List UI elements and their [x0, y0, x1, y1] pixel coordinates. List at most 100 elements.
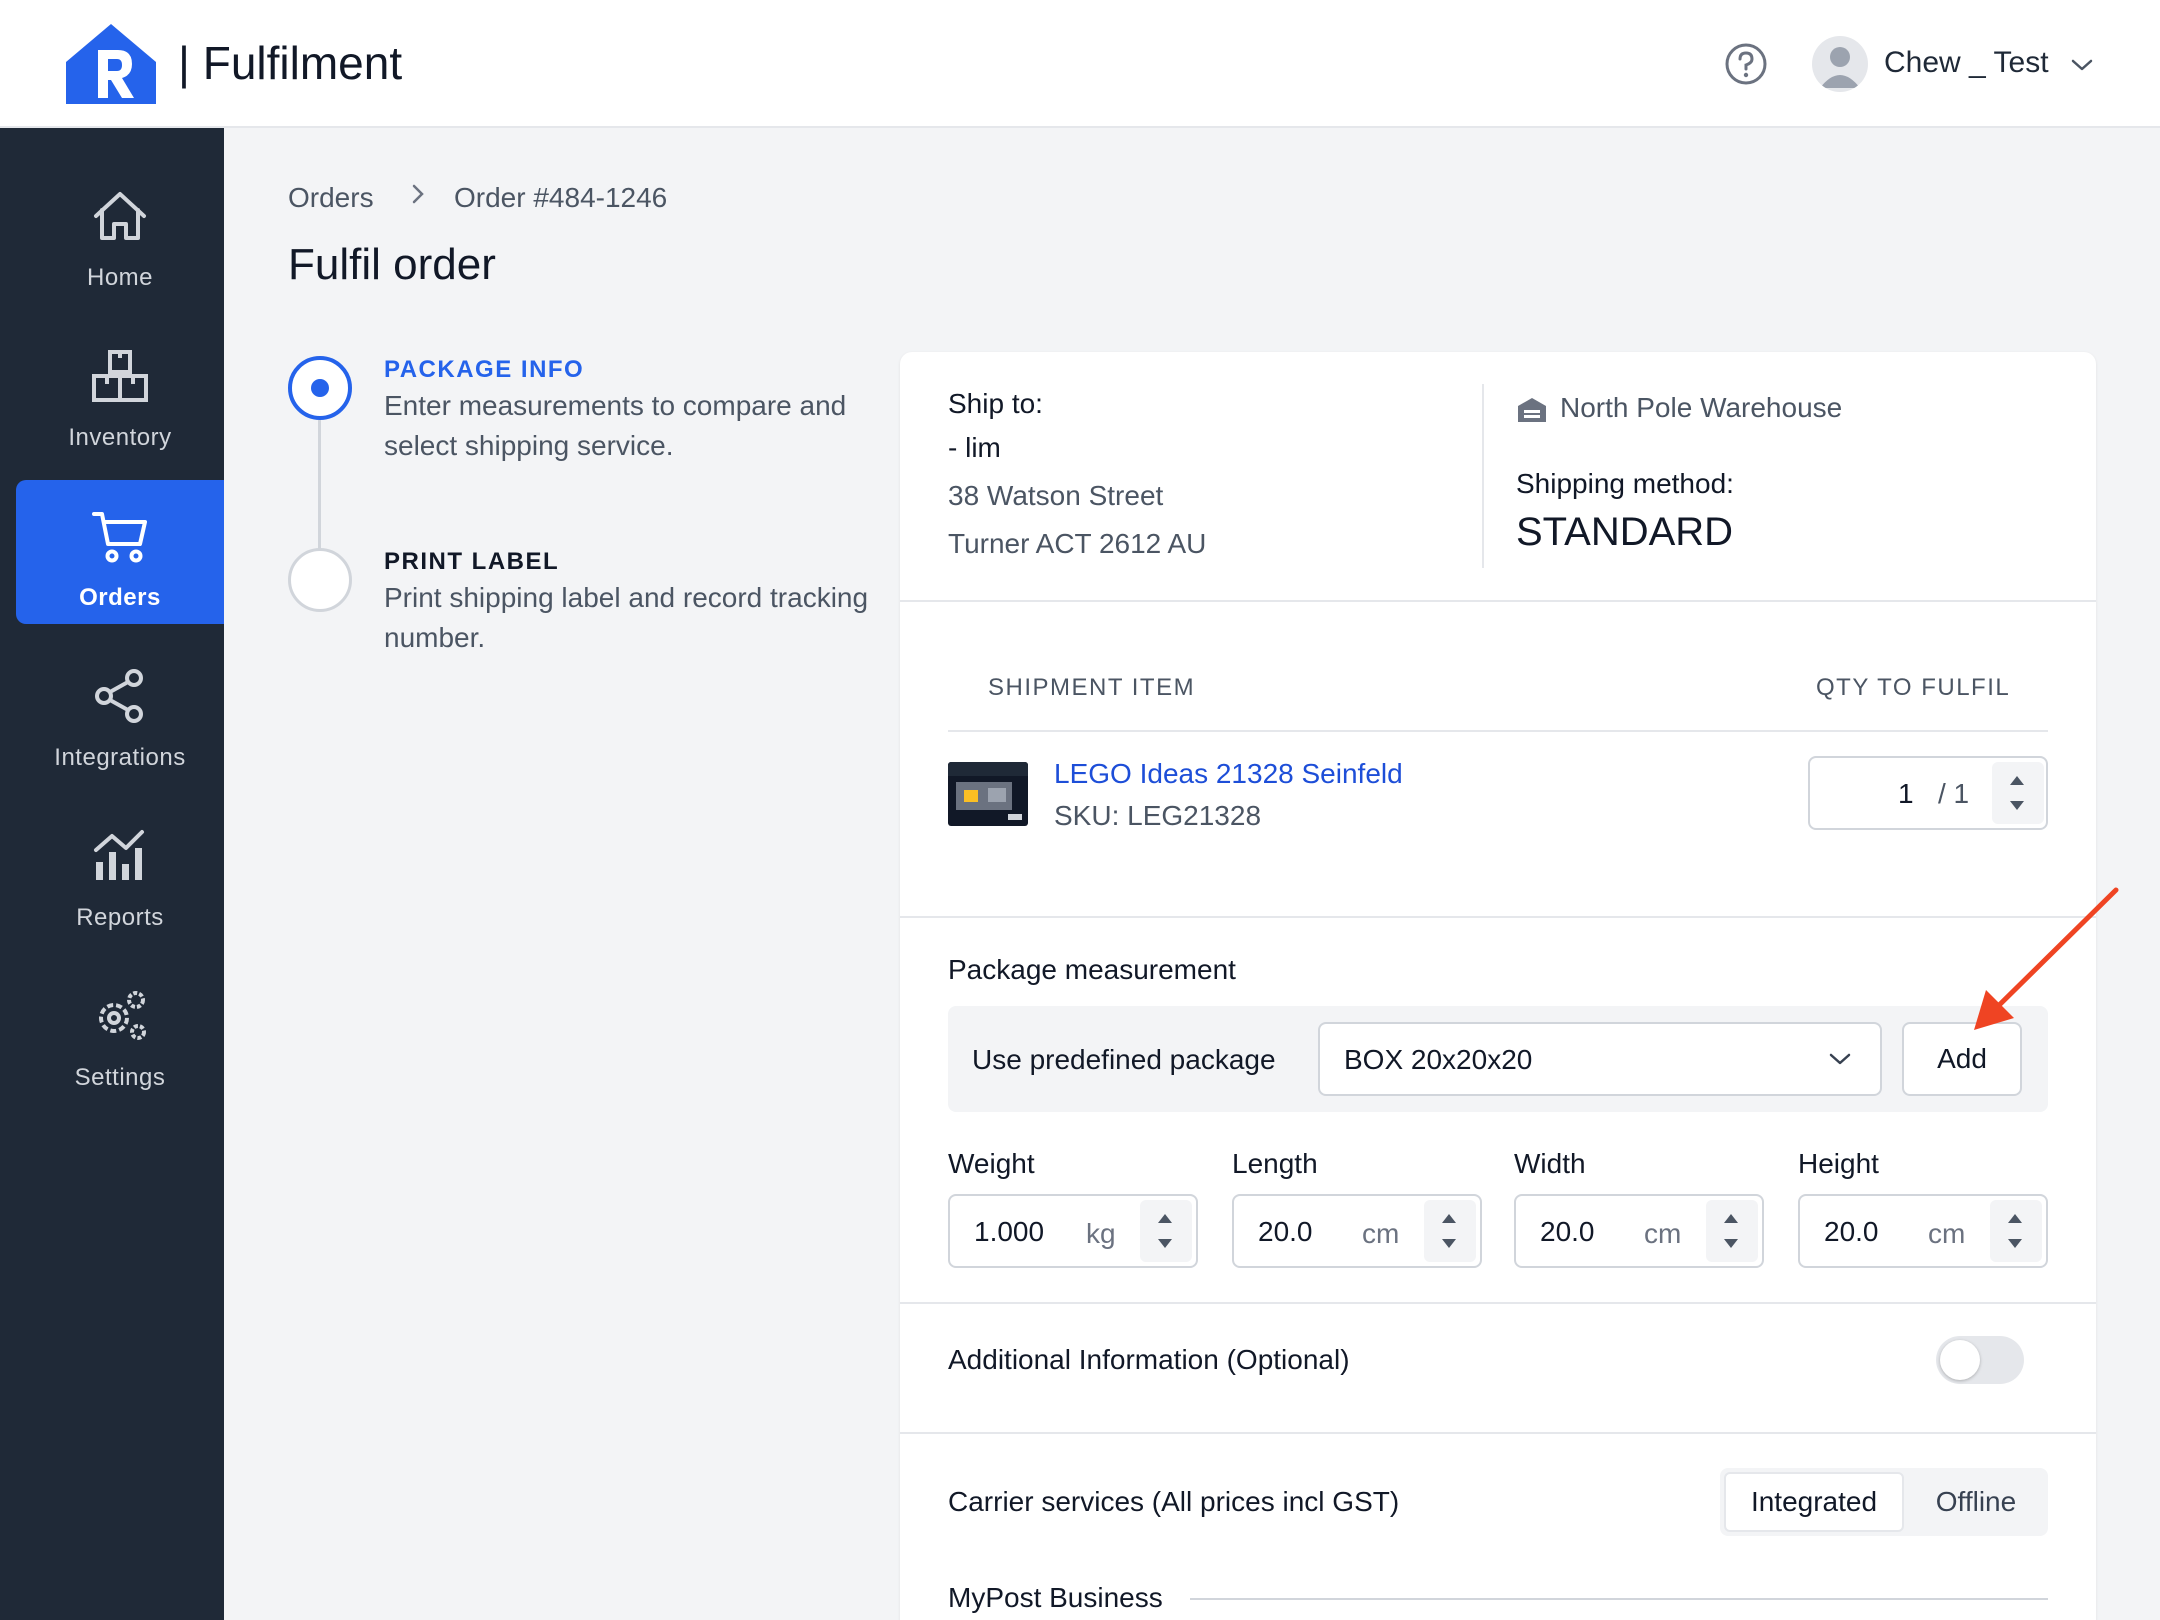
boxes-icon [92, 350, 148, 402]
annotation-arrow-icon [1974, 887, 2119, 1030]
chevron-right-icon [412, 184, 424, 204]
carrier-type-toggle: Integrated Offline [1720, 1468, 2048, 1536]
weight-value[interactable]: 1.000 [974, 1216, 1044, 1248]
top-bar: | Fulfilment Chew _ Test [0, 0, 2160, 128]
weight-unit: kg [1086, 1218, 1116, 1249]
chart-icon [94, 830, 144, 880]
sidebar-item-integrations[interactable]: Integrations [16, 640, 224, 784]
package-section-title: Package measurement [948, 954, 1236, 985]
page-title: Fulfil order [288, 240, 496, 289]
step-title-package-info: PACKAGE INFO [384, 356, 585, 383]
divider [1190, 1598, 2048, 1600]
caret-up-icon[interactable] [1158, 1214, 1172, 1223]
qty-value[interactable]: 1 [1898, 778, 1914, 810]
stepper-line [318, 420, 321, 550]
address-line: 38 Watson Street [948, 480, 1164, 511]
breadcrumb-current: Order #484-1246 [454, 182, 668, 213]
app-title: | Fulfilment [178, 37, 403, 89]
product-link[interactable]: LEGO Ideas 21328 Seinfeld [1054, 758, 1403, 790]
height-unit: cm [1928, 1218, 1966, 1249]
product-sku: SKU: LEG21328 [1054, 800, 1262, 831]
caret-down-icon[interactable] [2008, 1239, 2022, 1248]
sidebar-item-home[interactable]: Home [16, 160, 224, 304]
step-description: Enter measurements to compare and select… [384, 390, 847, 461]
divider [900, 600, 2096, 602]
house-r-logo-icon[interactable] [64, 22, 158, 106]
sidebar-item-label: Integrations [54, 744, 186, 771]
sidebar-item-reports[interactable]: Reports [16, 800, 224, 944]
sidebar-item-label: Inventory [68, 424, 172, 451]
length-input[interactable]: 20.0 cm [1232, 1194, 1482, 1268]
divider [900, 1432, 2096, 1434]
height-spinner[interactable] [1990, 1200, 2042, 1262]
step-indicator-active [288, 356, 352, 420]
divider [1482, 384, 1484, 568]
qty-spinner[interactable] [1992, 762, 2044, 824]
predefined-package-select[interactable]: BOX 20x20x20 [1318, 1022, 1882, 1096]
weight-label: Weight [948, 1148, 1035, 1179]
warehouse-name: North Pole Warehouse [1560, 392, 1843, 423]
predefined-package-label: Use predefined package [972, 1044, 1276, 1075]
sidebar-item-label: Reports [76, 904, 164, 931]
caret-up-icon[interactable] [2008, 1214, 2022, 1223]
avatar[interactable] [1812, 36, 1868, 92]
tab-offline[interactable]: Offline [1908, 1472, 2044, 1532]
divider [900, 1302, 2096, 1304]
warehouse-icon [1518, 398, 1546, 422]
sidebar-item-label: Home [86, 264, 154, 291]
caret-up-icon[interactable] [1724, 1214, 1738, 1223]
width-input[interactable]: 20.0 cm [1514, 1194, 1764, 1268]
share-icon [95, 669, 143, 723]
divider [948, 730, 2048, 732]
user-icon [1820, 47, 1860, 88]
caret-up-icon[interactable] [1442, 1214, 1456, 1223]
col-header-item: SHIPMENT ITEM [988, 674, 1196, 701]
length-value[interactable]: 20.0 [1258, 1216, 1313, 1248]
caret-down-icon[interactable] [1724, 1239, 1738, 1248]
caret-down-icon[interactable] [2010, 801, 2024, 810]
height-value[interactable]: 20.0 [1824, 1216, 1879, 1248]
sidebar-item-orders[interactable]: Orders [16, 480, 224, 624]
height-input[interactable]: 20.0 cm [1798, 1194, 2048, 1268]
width-unit: cm [1644, 1218, 1682, 1249]
home-icon [94, 192, 146, 240]
chevron-down-icon[interactable] [2070, 56, 2094, 74]
width-value[interactable]: 20.0 [1540, 1216, 1595, 1248]
breadcrumb-orders[interactable]: Orders [288, 182, 374, 214]
select-value: BOX 20x20x20 [1344, 1044, 1533, 1075]
shipping-method-label: Shipping method: [1516, 468, 1734, 499]
help-icon[interactable] [1724, 42, 1768, 86]
height-label: Height [1798, 1148, 1879, 1179]
user-name[interactable]: Chew _ Test [1884, 46, 2049, 80]
step-indicator-pending [288, 548, 352, 612]
col-header-qty: QTY TO FULFIL [1816, 674, 2011, 701]
qty-stepper[interactable]: 1 / 1 [1808, 756, 2048, 830]
divider [900, 916, 2096, 918]
length-spinner[interactable] [1424, 1200, 1476, 1262]
caret-down-icon[interactable] [1442, 1239, 1456, 1248]
chevron-down-icon [1829, 1053, 1851, 1065]
weight-spinner[interactable] [1140, 1200, 1192, 1262]
shipping-method-value: STANDARD [1516, 510, 1734, 554]
sidebar: Home Inventory Orders Integrations Repor… [0, 128, 224, 1620]
additional-info-toggle[interactable] [1936, 1336, 2024, 1384]
weight-input[interactable]: 1.000 kg [948, 1194, 1198, 1268]
toggle-knob [1940, 1340, 1980, 1380]
additional-info-label: Additional Information (Optional) [948, 1344, 1350, 1375]
width-spinner[interactable] [1706, 1200, 1758, 1262]
sidebar-item-inventory[interactable]: Inventory [16, 320, 224, 464]
width-label: Width [1514, 1148, 1586, 1179]
tab-integrated[interactable]: Integrated [1724, 1472, 1904, 1532]
caret-up-icon[interactable] [2010, 776, 2024, 785]
product-thumbnail [948, 762, 1028, 826]
sidebar-item-label: Settings [74, 1064, 166, 1091]
sidebar-item-label: Orders [79, 584, 161, 611]
step-description: Print shipping label and record tracking… [384, 582, 869, 653]
sidebar-item-settings[interactable]: Settings [16, 960, 224, 1104]
caret-down-icon[interactable] [1158, 1239, 1172, 1248]
length-label: Length [1232, 1148, 1318, 1179]
fulfil-card: Ship to: - lim 38 Watson Street Turner A… [900, 352, 2096, 1620]
address-line: Turner ACT 2612 AU [948, 528, 1207, 559]
length-unit: cm [1362, 1218, 1400, 1249]
gears-icon [99, 991, 146, 1040]
